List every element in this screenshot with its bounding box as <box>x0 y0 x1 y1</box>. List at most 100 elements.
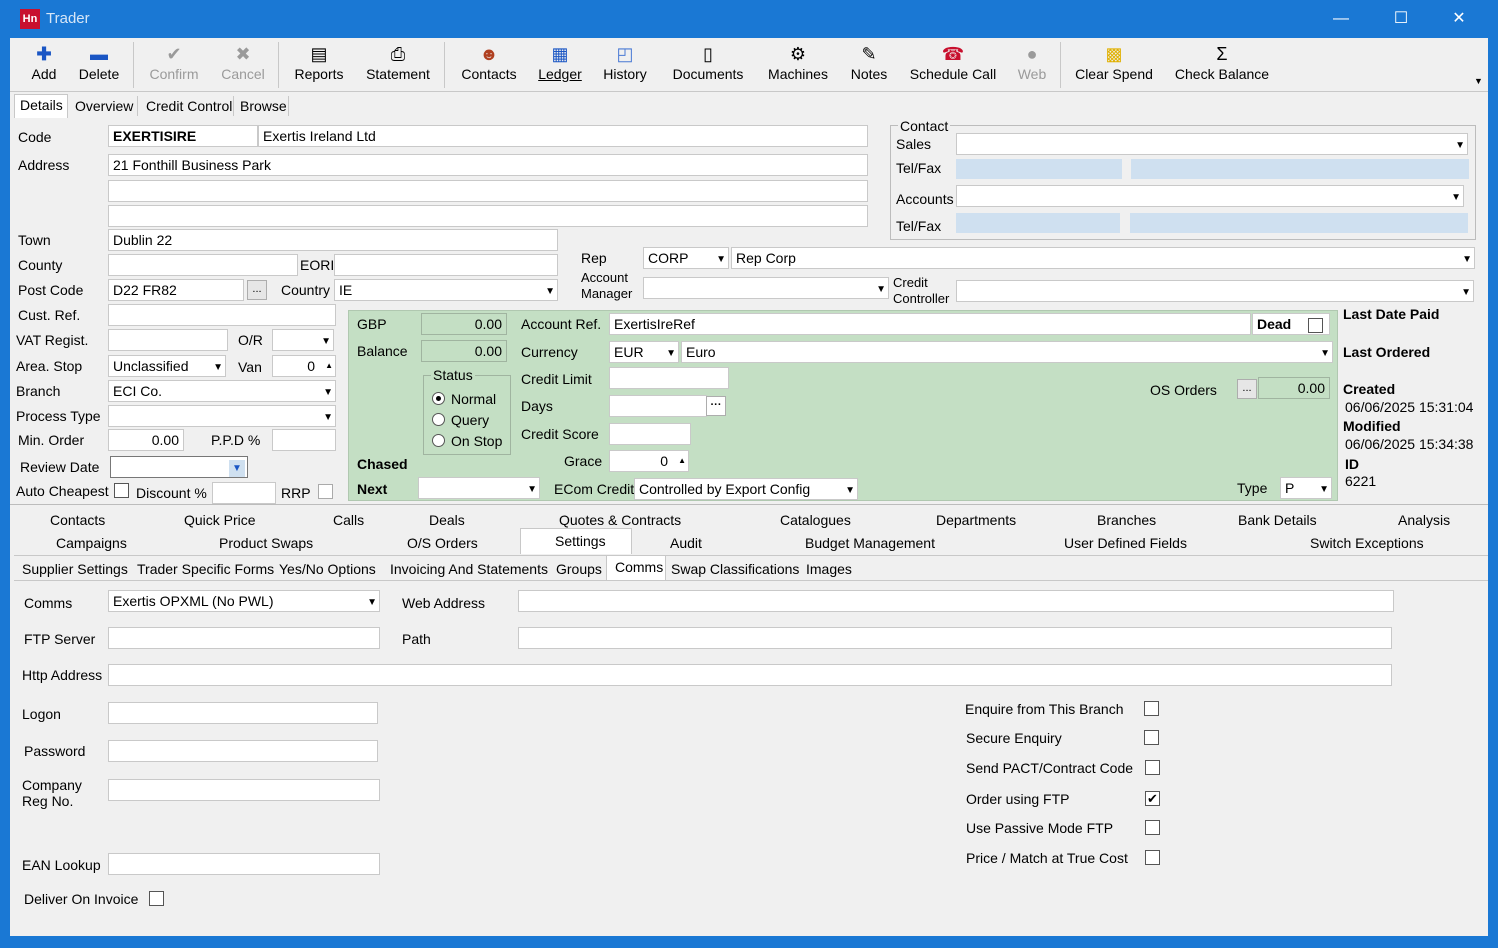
documents-button[interactable]: ▯ Documents <box>670 44 746 90</box>
history-button[interactable]: ◰ History <box>600 44 650 90</box>
tab-campaigns[interactable]: Campaigns <box>56 535 127 551</box>
tab-deals[interactable]: Deals <box>429 512 465 528</box>
rep-name-select[interactable]: Rep Corp ▼ <box>731 247 1475 269</box>
status-onstop-radio[interactable] <box>432 434 445 447</box>
enquire-branch-checkbox[interactable] <box>1144 701 1159 716</box>
logon-field[interactable] <box>108 702 378 724</box>
min-order-field[interactable]: 0.00 <box>108 429 184 451</box>
close-button[interactable]: ✕ <box>1436 6 1482 32</box>
tab-yes-no-options[interactable]: Yes/No Options <box>279 561 376 577</box>
tab-trader-specific-forms[interactable]: Trader Specific Forms <box>137 561 274 577</box>
tab-supplier-settings[interactable]: Supplier Settings <box>22 561 128 577</box>
tab-details[interactable]: Details <box>14 94 68 118</box>
credit-limit-field[interactable] <box>609 367 729 389</box>
account-ref-field[interactable]: ExertisIreRef <box>609 313 1251 335</box>
comms-select[interactable]: Exertis OPXML (No PWL) ▼ <box>108 590 380 612</box>
days-lookup-button[interactable]: ··· <box>706 396 726 416</box>
machines-button[interactable]: ⚙ Machines <box>766 44 830 90</box>
next-date-select[interactable]: ▼ <box>418 477 540 499</box>
town-field[interactable]: Dublin 22 <box>108 229 558 251</box>
tab-calls[interactable]: Calls <box>333 512 364 528</box>
status-normal-radio[interactable] <box>432 392 445 405</box>
statement-button[interactable]: ⎙ Statement <box>364 44 432 90</box>
confirm-button[interactable]: ✔ Confirm <box>146 44 202 90</box>
address-line3-field[interactable] <box>108 205 868 227</box>
tab-product-swaps[interactable]: Product Swaps <box>219 535 313 551</box>
schedule-call-button[interactable]: ☎ Schedule Call <box>908 44 998 90</box>
code-field[interactable]: EXERTISIRE <box>108 125 258 147</box>
tab-bank-details[interactable]: Bank Details <box>1238 512 1317 528</box>
credit-controller-select[interactable]: ▼ <box>956 280 1474 302</box>
status-query-radio[interactable] <box>432 413 445 426</box>
minimize-button[interactable]: — <box>1318 6 1364 32</box>
ftp-server-field[interactable] <box>108 627 380 649</box>
tab-quotes-contracts[interactable]: Quotes & Contracts <box>559 512 681 528</box>
secure-enquiry-checkbox[interactable] <box>1144 730 1159 745</box>
web-button[interactable]: ● Web <box>1016 44 1048 90</box>
or-select[interactable]: ▼ <box>272 329 334 351</box>
tab-overview[interactable]: Overview <box>75 98 133 114</box>
clear-spend-button[interactable]: ▩ Clear Spend <box>1074 44 1154 90</box>
cancel-button[interactable]: ✖ Cancel <box>220 44 266 90</box>
discount-field[interactable] <box>212 482 276 504</box>
name-field[interactable]: Exertis Ireland Ltd <box>258 125 868 147</box>
toolbar-overflow-icon[interactable]: ▼ <box>1474 76 1483 86</box>
tab-audit[interactable]: Audit <box>670 535 702 551</box>
send-pact-checkbox[interactable] <box>1145 760 1160 775</box>
postcode-field[interactable]: D22 FR82 <box>108 279 244 301</box>
tab-credit-control[interactable]: Credit Control <box>146 98 232 114</box>
deliver-on-invoice-checkbox[interactable] <box>149 891 164 906</box>
tab-branches[interactable]: Branches <box>1097 512 1156 528</box>
tab-analysis[interactable]: Analysis <box>1398 512 1450 528</box>
custref-field[interactable] <box>108 304 336 326</box>
http-address-field[interactable] <box>108 664 1392 686</box>
credit-score-field[interactable] <box>609 423 691 445</box>
tab-browse[interactable]: Browse <box>240 98 287 114</box>
currency-code-select[interactable]: EUR ▼ <box>609 341 679 363</box>
postcode-lookup-button[interactable]: ... <box>247 280 267 300</box>
tab-departments[interactable]: Departments <box>936 512 1016 528</box>
tab-contacts[interactable]: Contacts <box>50 512 105 528</box>
currency-name-select[interactable]: Euro ▼ <box>681 341 1333 363</box>
tab-invoicing-statements[interactable]: Invoicing And Statements <box>390 561 548 577</box>
notes-button[interactable]: ✎ Notes <box>849 44 889 90</box>
tab-catalogues[interactable]: Catalogues <box>780 512 851 528</box>
eori-field[interactable] <box>334 254 558 276</box>
tab-images[interactable]: Images <box>806 561 852 577</box>
van-stepper[interactable]: 0▲▼ <box>272 355 336 377</box>
accounts-contact-select[interactable]: ▼ <box>956 185 1464 207</box>
reports-button[interactable]: ▤ Reports <box>292 44 346 90</box>
path-field[interactable] <box>518 627 1392 649</box>
grace-stepper[interactable]: 0▲▼ <box>609 450 689 472</box>
sales-contact-select[interactable]: ▼ <box>956 133 1468 155</box>
web-address-field[interactable] <box>518 590 1394 612</box>
tab-os-orders[interactable]: O/S Orders <box>407 535 478 551</box>
area-stop-select[interactable]: Unclassified ▼ <box>108 355 226 377</box>
order-ftp-checkbox[interactable]: ✔ <box>1145 791 1160 806</box>
dead-checkbox[interactable] <box>1308 318 1323 333</box>
branch-select[interactable]: ECI Co. ▼ <box>108 380 336 402</box>
county-field[interactable] <box>108 254 298 276</box>
tab-settings[interactable]: Settings <box>520 528 632 554</box>
tab-swap-classifications[interactable]: Swap Classifications <box>671 561 799 577</box>
account-manager-select[interactable]: ▼ <box>643 277 889 299</box>
tab-groups[interactable]: Groups <box>556 561 602 577</box>
company-reg-field[interactable] <box>108 779 380 801</box>
ppd-field[interactable] <box>272 429 336 451</box>
password-field[interactable] <box>108 740 378 762</box>
review-date-picker[interactable]: ▼ <box>110 456 248 478</box>
maximize-button[interactable]: ☐ <box>1378 6 1424 32</box>
process-type-select[interactable]: ▼ <box>108 405 336 427</box>
os-orders-button[interactable]: ... <box>1237 379 1257 399</box>
address-line1-field[interactable]: 21 Fonthill Business Park <box>108 154 868 176</box>
contacts-button[interactable]: ☻ Contacts <box>458 44 520 90</box>
ecom-credit-select[interactable]: Controlled by Export Config ▼ <box>634 478 858 500</box>
passive-ftp-checkbox[interactable] <box>1145 820 1160 835</box>
type-select[interactable]: P ▼ <box>1280 477 1332 499</box>
check-balance-button[interactable]: Σ Check Balance <box>1174 44 1270 90</box>
vat-field[interactable] <box>108 329 228 351</box>
auto-cheapest-checkbox[interactable] <box>114 483 129 498</box>
rrp-checkbox[interactable] <box>318 484 333 499</box>
tab-quick-price[interactable]: Quick Price <box>184 512 256 528</box>
ledger-button[interactable]: ▦ Ledger <box>537 44 583 90</box>
